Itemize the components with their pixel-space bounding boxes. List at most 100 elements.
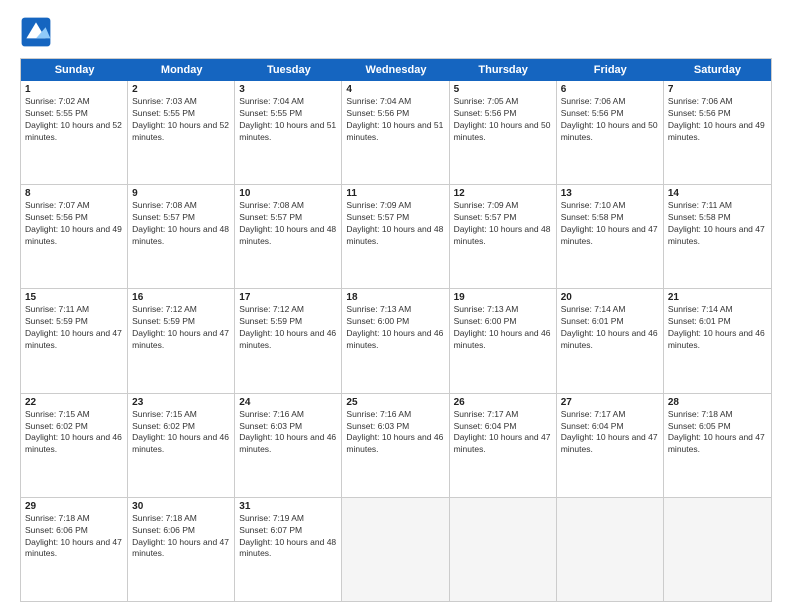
calendar-cell: 7 Sunrise: 7:06 AM Sunset: 5:56 PM Dayli… bbox=[664, 81, 771, 184]
sunset-text: Sunset: 6:03 PM bbox=[346, 421, 444, 433]
calendar-cell: 1 Sunrise: 7:02 AM Sunset: 5:55 PM Dayli… bbox=[21, 81, 128, 184]
cell-info: Sunrise: 7:15 AM Sunset: 6:02 PM Dayligh… bbox=[25, 409, 123, 457]
day-number: 16 bbox=[132, 292, 230, 303]
daylight-text: Daylight: 10 hours and 52 minutes. bbox=[25, 120, 123, 144]
sunrise-text: Sunrise: 7:16 AM bbox=[239, 409, 337, 421]
cell-info: Sunrise: 7:11 AM Sunset: 5:59 PM Dayligh… bbox=[25, 304, 123, 352]
calendar-cell: 25 Sunrise: 7:16 AM Sunset: 6:03 PM Dayl… bbox=[342, 394, 449, 497]
sunrise-text: Sunrise: 7:12 AM bbox=[132, 304, 230, 316]
daylight-text: Daylight: 10 hours and 46 minutes. bbox=[346, 432, 444, 456]
day-number: 27 bbox=[561, 397, 659, 408]
cell-info: Sunrise: 7:15 AM Sunset: 6:02 PM Dayligh… bbox=[132, 409, 230, 457]
sunrise-text: Sunrise: 7:13 AM bbox=[346, 304, 444, 316]
day-number: 20 bbox=[561, 292, 659, 303]
sunrise-text: Sunrise: 7:08 AM bbox=[132, 200, 230, 212]
day-number: 19 bbox=[454, 292, 552, 303]
sunset-text: Sunset: 5:56 PM bbox=[346, 108, 444, 120]
sunrise-text: Sunrise: 7:14 AM bbox=[561, 304, 659, 316]
daylight-text: Daylight: 10 hours and 47 minutes. bbox=[668, 432, 767, 456]
daylight-text: Daylight: 10 hours and 46 minutes. bbox=[239, 432, 337, 456]
calendar-cell: 6 Sunrise: 7:06 AM Sunset: 5:56 PM Dayli… bbox=[557, 81, 664, 184]
sunset-text: Sunset: 6:00 PM bbox=[454, 316, 552, 328]
calendar-cell: 2 Sunrise: 7:03 AM Sunset: 5:55 PM Dayli… bbox=[128, 81, 235, 184]
empty-cell bbox=[450, 498, 557, 601]
sunrise-text: Sunrise: 7:11 AM bbox=[668, 200, 767, 212]
sunrise-text: Sunrise: 7:02 AM bbox=[25, 96, 123, 108]
daylight-text: Daylight: 10 hours and 51 minutes. bbox=[346, 120, 444, 144]
cell-info: Sunrise: 7:04 AM Sunset: 5:55 PM Dayligh… bbox=[239, 96, 337, 144]
daylight-text: Daylight: 10 hours and 48 minutes. bbox=[239, 224, 337, 248]
sunset-text: Sunset: 5:55 PM bbox=[25, 108, 123, 120]
calendar-header: SundayMondayTuesdayWednesdayThursdayFrid… bbox=[21, 59, 771, 81]
daylight-text: Daylight: 10 hours and 46 minutes. bbox=[668, 328, 767, 352]
sunset-text: Sunset: 5:57 PM bbox=[346, 212, 444, 224]
sunrise-text: Sunrise: 7:06 AM bbox=[668, 96, 767, 108]
calendar-cell: 24 Sunrise: 7:16 AM Sunset: 6:03 PM Dayl… bbox=[235, 394, 342, 497]
cell-info: Sunrise: 7:09 AM Sunset: 5:57 PM Dayligh… bbox=[454, 200, 552, 248]
cell-info: Sunrise: 7:18 AM Sunset: 6:05 PM Dayligh… bbox=[668, 409, 767, 457]
daylight-text: Daylight: 10 hours and 51 minutes. bbox=[239, 120, 337, 144]
calendar-cell: 14 Sunrise: 7:11 AM Sunset: 5:58 PM Dayl… bbox=[664, 185, 771, 288]
cell-info: Sunrise: 7:12 AM Sunset: 5:59 PM Dayligh… bbox=[239, 304, 337, 352]
calendar-cell: 19 Sunrise: 7:13 AM Sunset: 6:00 PM Dayl… bbox=[450, 289, 557, 392]
cell-info: Sunrise: 7:18 AM Sunset: 6:06 PM Dayligh… bbox=[25, 513, 123, 561]
day-number: 18 bbox=[346, 292, 444, 303]
cell-info: Sunrise: 7:04 AM Sunset: 5:56 PM Dayligh… bbox=[346, 96, 444, 144]
day-number: 6 bbox=[561, 84, 659, 95]
sunset-text: Sunset: 5:58 PM bbox=[668, 212, 767, 224]
sunset-text: Sunset: 5:56 PM bbox=[668, 108, 767, 120]
header-day: Thursday bbox=[450, 59, 557, 81]
empty-cell bbox=[557, 498, 664, 601]
cell-info: Sunrise: 7:14 AM Sunset: 6:01 PM Dayligh… bbox=[561, 304, 659, 352]
sunrise-text: Sunrise: 7:11 AM bbox=[25, 304, 123, 316]
daylight-text: Daylight: 10 hours and 50 minutes. bbox=[454, 120, 552, 144]
daylight-text: Daylight: 10 hours and 47 minutes. bbox=[561, 224, 659, 248]
sunrise-text: Sunrise: 7:04 AM bbox=[239, 96, 337, 108]
daylight-text: Daylight: 10 hours and 47 minutes. bbox=[25, 537, 123, 561]
calendar-cell: 13 Sunrise: 7:10 AM Sunset: 5:58 PM Dayl… bbox=[557, 185, 664, 288]
calendar-cell: 12 Sunrise: 7:09 AM Sunset: 5:57 PM Dayl… bbox=[450, 185, 557, 288]
calendar-cell: 22 Sunrise: 7:15 AM Sunset: 6:02 PM Dayl… bbox=[21, 394, 128, 497]
calendar-row: 15 Sunrise: 7:11 AM Sunset: 5:59 PM Dayl… bbox=[21, 289, 771, 393]
cell-info: Sunrise: 7:17 AM Sunset: 6:04 PM Dayligh… bbox=[561, 409, 659, 457]
day-number: 10 bbox=[239, 188, 337, 199]
sunrise-text: Sunrise: 7:17 AM bbox=[454, 409, 552, 421]
sunset-text: Sunset: 5:57 PM bbox=[132, 212, 230, 224]
day-number: 31 bbox=[239, 501, 337, 512]
sunset-text: Sunset: 6:07 PM bbox=[239, 525, 337, 537]
sunrise-text: Sunrise: 7:06 AM bbox=[561, 96, 659, 108]
sunset-text: Sunset: 5:56 PM bbox=[25, 212, 123, 224]
sunrise-text: Sunrise: 7:16 AM bbox=[346, 409, 444, 421]
calendar-cell: 17 Sunrise: 7:12 AM Sunset: 5:59 PM Dayl… bbox=[235, 289, 342, 392]
calendar-cell: 8 Sunrise: 7:07 AM Sunset: 5:56 PM Dayli… bbox=[21, 185, 128, 288]
header-day: Sunday bbox=[21, 59, 128, 81]
daylight-text: Daylight: 10 hours and 49 minutes. bbox=[25, 224, 123, 248]
day-number: 11 bbox=[346, 188, 444, 199]
daylight-text: Daylight: 10 hours and 47 minutes. bbox=[454, 432, 552, 456]
sunrise-text: Sunrise: 7:17 AM bbox=[561, 409, 659, 421]
cell-info: Sunrise: 7:17 AM Sunset: 6:04 PM Dayligh… bbox=[454, 409, 552, 457]
cell-info: Sunrise: 7:08 AM Sunset: 5:57 PM Dayligh… bbox=[239, 200, 337, 248]
sunset-text: Sunset: 5:55 PM bbox=[239, 108, 337, 120]
daylight-text: Daylight: 10 hours and 47 minutes. bbox=[561, 432, 659, 456]
day-number: 12 bbox=[454, 188, 552, 199]
sunset-text: Sunset: 5:59 PM bbox=[239, 316, 337, 328]
sunrise-text: Sunrise: 7:09 AM bbox=[454, 200, 552, 212]
calendar-cell: 10 Sunrise: 7:08 AM Sunset: 5:57 PM Dayl… bbox=[235, 185, 342, 288]
daylight-text: Daylight: 10 hours and 48 minutes. bbox=[454, 224, 552, 248]
sunrise-text: Sunrise: 7:18 AM bbox=[668, 409, 767, 421]
daylight-text: Daylight: 10 hours and 46 minutes. bbox=[346, 328, 444, 352]
logo-icon bbox=[20, 16, 52, 48]
sunset-text: Sunset: 6:01 PM bbox=[561, 316, 659, 328]
sunset-text: Sunset: 6:03 PM bbox=[239, 421, 337, 433]
daylight-text: Daylight: 10 hours and 46 minutes. bbox=[561, 328, 659, 352]
sunset-text: Sunset: 6:02 PM bbox=[25, 421, 123, 433]
header-day: Saturday bbox=[664, 59, 771, 81]
cell-info: Sunrise: 7:18 AM Sunset: 6:06 PM Dayligh… bbox=[132, 513, 230, 561]
calendar-cell: 20 Sunrise: 7:14 AM Sunset: 6:01 PM Dayl… bbox=[557, 289, 664, 392]
header-day: Friday bbox=[557, 59, 664, 81]
sunrise-text: Sunrise: 7:13 AM bbox=[454, 304, 552, 316]
cell-info: Sunrise: 7:02 AM Sunset: 5:55 PM Dayligh… bbox=[25, 96, 123, 144]
daylight-text: Daylight: 10 hours and 52 minutes. bbox=[132, 120, 230, 144]
daylight-text: Daylight: 10 hours and 47 minutes. bbox=[132, 537, 230, 561]
